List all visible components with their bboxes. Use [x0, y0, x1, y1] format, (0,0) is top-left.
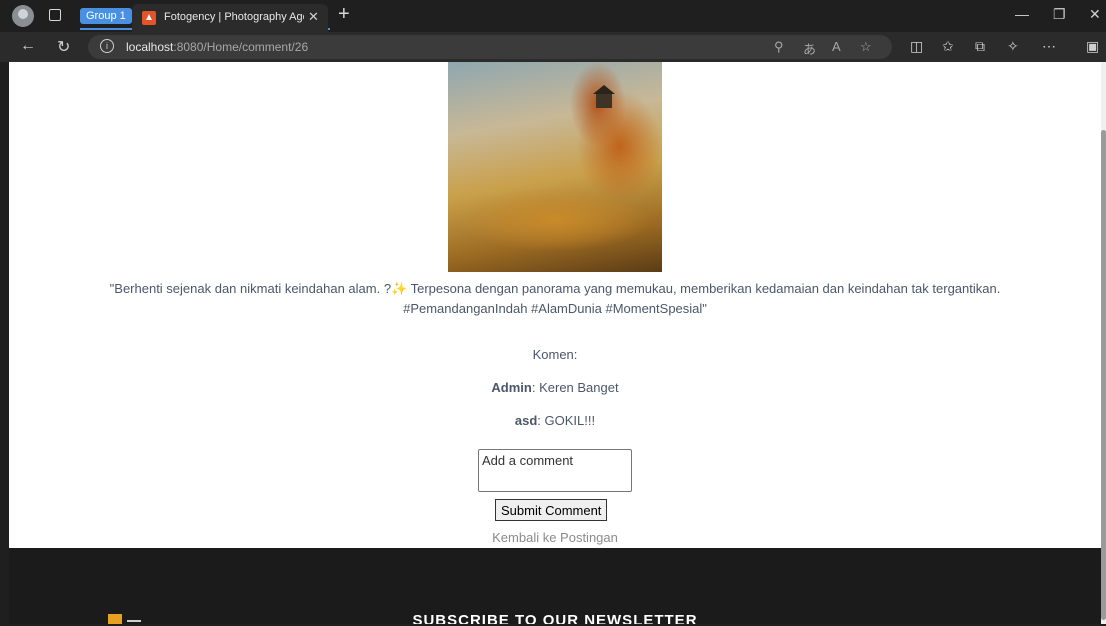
- sidebar-toggle-icon[interactable]: ▣: [1086, 38, 1099, 55]
- close-window-icon[interactable]: ✕: [1089, 6, 1101, 23]
- url-path: :8080/Home/comment/26: [173, 40, 309, 54]
- tab-strip: Group 1 ▲ Fotogency | Photography Agency…: [0, 0, 1106, 32]
- restore-icon[interactable]: ❐: [1053, 6, 1066, 23]
- back-icon[interactable]: ←: [20, 37, 36, 55]
- favicon-icon: ▲: [142, 11, 156, 25]
- comment-text: : Keren Banget: [531, 380, 619, 395]
- comment-input[interactable]: [478, 449, 632, 492]
- more-menu-icon[interactable]: ⋯: [1042, 38, 1056, 55]
- new-tab-icon[interactable]: +: [338, 3, 350, 26]
- url-host: localhost: [126, 40, 174, 54]
- comment-author: asd: [514, 413, 538, 428]
- page-content: "Berhenti sejenak dan nikmati keindahan …: [9, 62, 1101, 624]
- comment-author: Admin: [491, 380, 532, 395]
- split-screen-icon[interactable]: ◫: [910, 38, 923, 55]
- favorites-icon[interactable]: ✩: [942, 38, 954, 55]
- submit-comment-button[interactable]: Submit Comment: [495, 499, 608, 521]
- key-icon[interactable]: ⚲: [774, 39, 784, 55]
- comment-item: asd: GOKIL!!!: [9, 413, 1101, 428]
- url-text[interactable]: localhost:8080/Home/comment/26: [126, 40, 308, 54]
- post-caption: "Berhenti sejenak dan nikmati keindahan …: [69, 279, 1041, 319]
- comment-item: Admin: Keren Banget: [9, 380, 1101, 395]
- read-aloud-icon[interactable]: A: [832, 39, 841, 54]
- caption-line-1: "Berhenti sejenak dan nikmati keindahan …: [109, 281, 1001, 296]
- comment-text: : GOKIL!!!: [537, 413, 596, 428]
- site-info-icon[interactable]: i: [100, 39, 114, 53]
- post-image: [448, 62, 662, 272]
- tab-group-chip[interactable]: Group 1: [80, 8, 132, 24]
- minimize-icon[interactable]: —: [1015, 6, 1029, 22]
- collections-icon[interactable]: ⧉: [975, 38, 985, 55]
- newsletter-title: SUBSCRIBE TO OUR NEWSLETTER: [412, 612, 698, 624]
- translate-icon[interactable]: あ: [803, 39, 816, 58]
- refresh-icon[interactable]: ↻: [57, 37, 70, 57]
- comments-label: Komen:: [532, 347, 578, 362]
- tab-title: Fotogency | Photography Agency: [164, 11, 304, 23]
- page-scrollbar-thumb[interactable]: [1101, 130, 1106, 620]
- house-graphic: [593, 85, 615, 108]
- extensions-icon[interactable]: ✧: [1007, 38, 1019, 55]
- profile-avatar-icon[interactable]: [12, 5, 34, 27]
- browser-toolbar: ← ↻ i localhost:8080/Home/comment/26 ⚲ あ…: [0, 32, 1106, 62]
- back-to-post-link[interactable]: Kembali ke Postingan: [9, 530, 1101, 545]
- address-bar[interactable]: i localhost:8080/Home/comment/26 ⚲ あ A ☆: [88, 35, 892, 59]
- close-tab-icon[interactable]: ✕: [308, 9, 319, 25]
- tab-fotogency[interactable]: ▲ Fotogency | Photography Agency ✕: [132, 4, 328, 32]
- footer: SUBSCRIBE TO OUR NEWSLETTER: [9, 548, 1101, 624]
- tab-actions-icon[interactable]: [49, 9, 61, 21]
- caption-line-2: #PemandanganIndah #AlamDunia #MomentSpes…: [403, 301, 707, 316]
- favorite-star-icon[interactable]: ☆: [860, 39, 872, 55]
